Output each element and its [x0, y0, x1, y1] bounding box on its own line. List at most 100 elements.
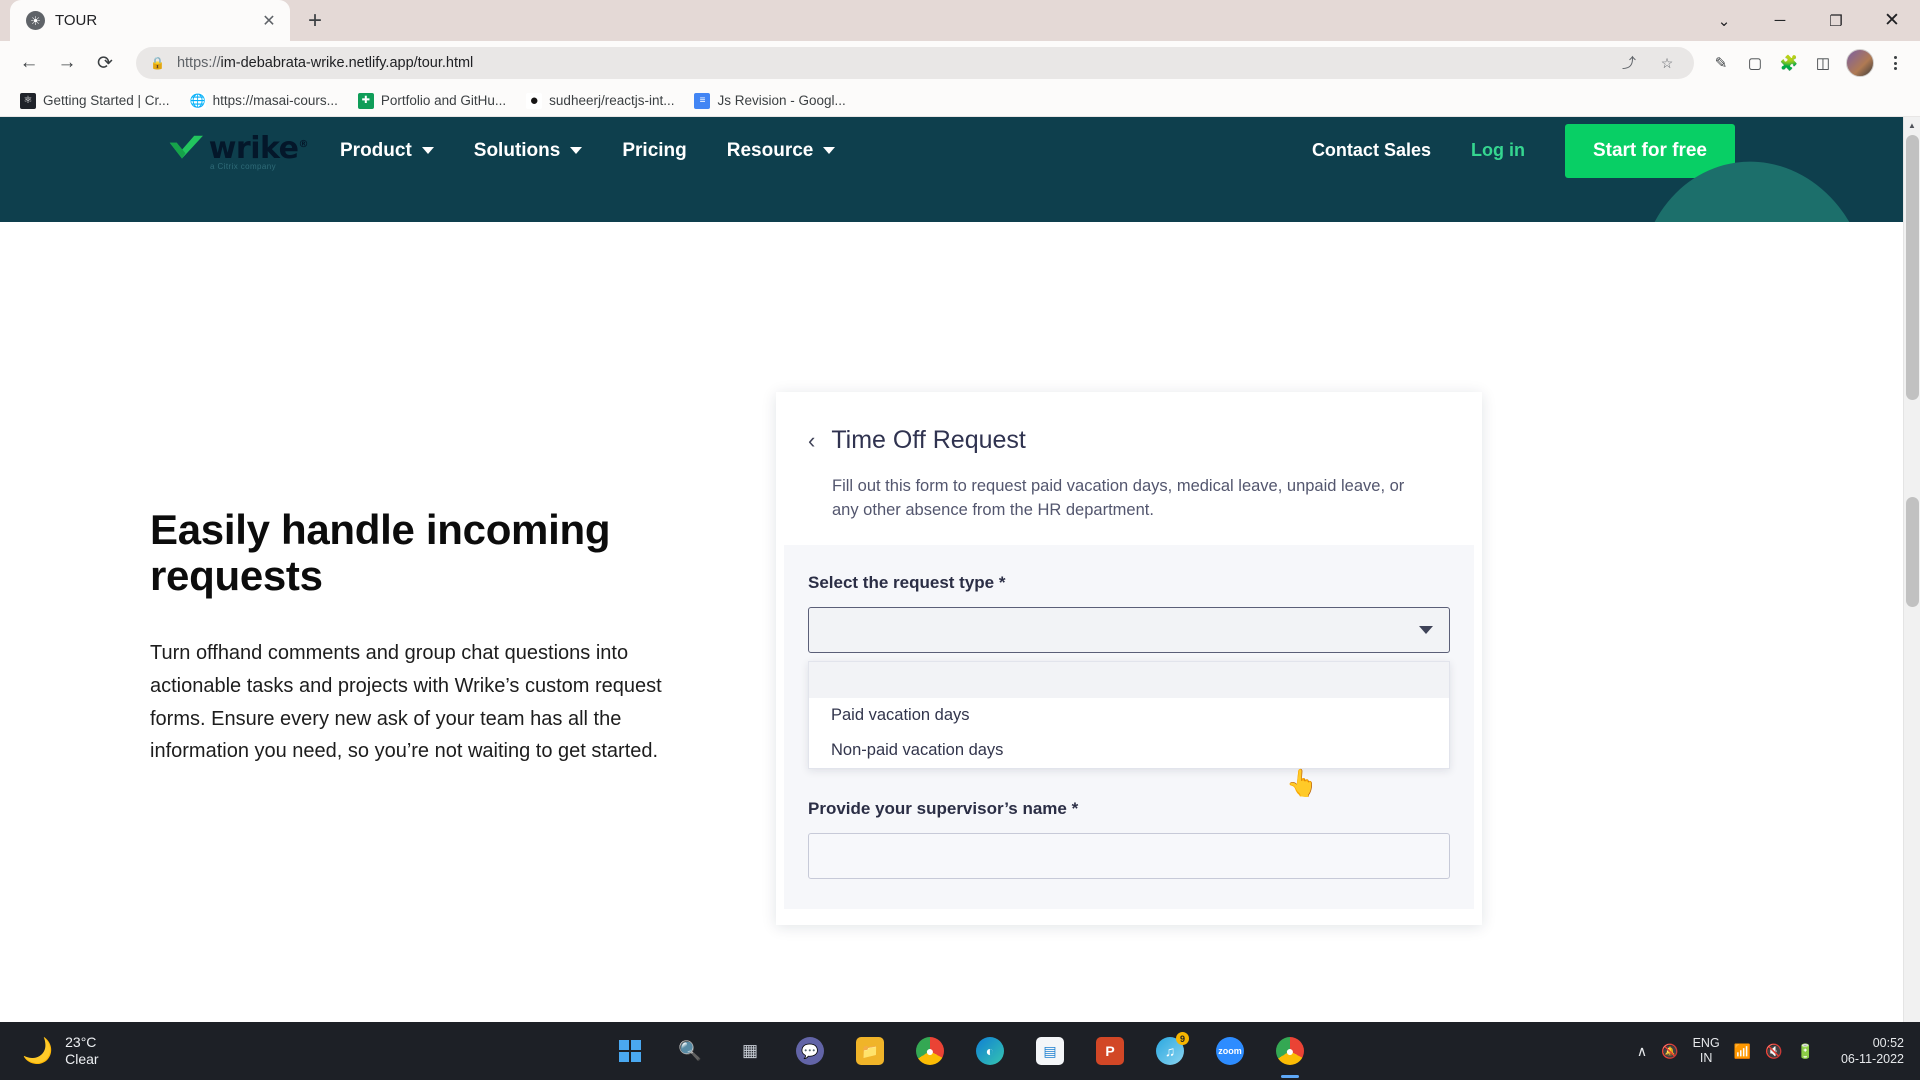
- nav-item-solutions[interactable]: Solutions: [474, 140, 583, 162]
- chrome-icon: ●: [916, 1037, 944, 1065]
- page-scrollbar[interactable]: ▲: [1903, 117, 1920, 1022]
- volume-muted-icon[interactable]: 🔇: [1765, 1043, 1782, 1060]
- side-panel-icon[interactable]: ◫: [1808, 48, 1838, 78]
- share-icon[interactable]: ⤴: [1616, 50, 1642, 76]
- edge-icon: ◐: [976, 1037, 1004, 1065]
- bookmarks-bar: ⚛ Getting Started | Cr... 🌐 https://masa…: [0, 85, 1920, 117]
- nav-item-resource[interactable]: Resource: [727, 140, 836, 162]
- bookmark-label: https://masai-cours...: [212, 93, 338, 108]
- site-nav: Product Solutions Pricing Resource: [340, 140, 836, 162]
- teams-icon: 💬: [796, 1037, 824, 1065]
- nav-label: Product: [340, 139, 412, 161]
- chrome-menu-icon[interactable]: [1882, 48, 1908, 78]
- chevron-down-icon: [1419, 625, 1433, 634]
- bookmark-item[interactable]: 🌐 https://masai-cours...: [182, 89, 346, 113]
- dropdown-option-paid-vacation[interactable]: Paid vacation days: [809, 698, 1449, 733]
- scrollbar-thumb-secondary[interactable]: [1906, 497, 1919, 607]
- react-icon: ⚛: [20, 92, 36, 109]
- language-line-1: ENG: [1692, 1036, 1720, 1050]
- folder-icon: 📁: [856, 1037, 884, 1065]
- chevron-up-icon[interactable]: ∧: [1637, 1043, 1647, 1060]
- zoom-button[interactable]: zoom: [1208, 1029, 1252, 1073]
- system-tray: ∧ 🔕 ENG IN 📶 🔇 🔋 00:52 06-11-2022: [1637, 1035, 1920, 1068]
- moon-icon: 🌙: [22, 1036, 54, 1065]
- globe-icon: ☀: [26, 11, 45, 30]
- windows-logo-icon: [618, 1039, 642, 1063]
- supervisor-label: Provide your supervisor’s name *: [808, 798, 1079, 818]
- chevron-down-icon[interactable]: ⌄: [1696, 0, 1752, 41]
- bookmark-item[interactable]: ≡ Js Revision - Googl...: [686, 89, 853, 113]
- browser-toolbar: ← → ⟳ 🔒 https://im-debabrata-wrike.netli…: [0, 41, 1920, 85]
- media-player-button[interactable]: ♫ 9: [1148, 1029, 1192, 1073]
- docs-icon: ≡: [694, 92, 711, 109]
- browser-tab[interactable]: ☀ TOUR ✕: [10, 0, 290, 41]
- highlighter-icon[interactable]: ✎: [1706, 48, 1736, 78]
- nav-item-pricing[interactable]: Pricing: [622, 140, 686, 162]
- bookmark-label: Getting Started | Cr...: [43, 93, 170, 108]
- clock[interactable]: 00:52 06-11-2022: [1828, 1035, 1904, 1068]
- store-button[interactable]: ▤: [1028, 1029, 1072, 1073]
- scrollbar-thumb[interactable]: [1906, 135, 1919, 400]
- start-button[interactable]: [608, 1029, 652, 1073]
- request-form-card: ‹ Time Off Request Fill out this form to…: [776, 392, 1482, 925]
- bookmark-item[interactable]: ● sudheerj/reactjs-int...: [518, 89, 682, 113]
- tab-title: TOUR: [55, 12, 98, 29]
- contact-sales-link[interactable]: Contact Sales: [1312, 140, 1431, 161]
- supervisor-name-input[interactable]: [808, 832, 1450, 879]
- file-explorer-button[interactable]: 📁: [848, 1029, 892, 1073]
- heading-line-1: Easily handle incoming: [150, 506, 611, 553]
- reload-icon[interactable]: ⟳: [88, 46, 122, 80]
- edge-button[interactable]: ◐: [968, 1029, 1012, 1073]
- avatar[interactable]: [1846, 49, 1874, 77]
- task-view-button[interactable]: ▦: [728, 1029, 772, 1073]
- chevron-down-icon: [421, 147, 434, 154]
- dropdown-option-empty[interactable]: [809, 661, 1449, 698]
- language-line-2: IN: [1699, 1051, 1713, 1065]
- weather-temperature: 23°C: [65, 1033, 97, 1050]
- wrike-logo[interactable]: wrike® a Citrix company: [168, 131, 308, 171]
- close-window-button[interactable]: ✕: [1864, 0, 1920, 41]
- wifi-icon[interactable]: 📶: [1734, 1043, 1751, 1060]
- bookmark-star-icon[interactable]: ☆: [1654, 50, 1680, 76]
- teams-button[interactable]: 💬: [788, 1029, 832, 1073]
- taskbar-apps: 🔍 ▦ 💬 📁 ● ◐ ▤ P ♫ 9 zoom ●: [608, 1029, 1312, 1073]
- task-view-icon: ▦: [741, 1041, 759, 1060]
- form-fields: Select the request type * Paid vacation …: [784, 544, 1474, 909]
- chrome-button[interactable]: ●: [908, 1029, 952, 1073]
- search-icon: 🔍: [678, 1041, 702, 1062]
- notifications-off-icon[interactable]: 🔕: [1661, 1043, 1678, 1060]
- back-icon[interactable]: ←: [12, 46, 46, 80]
- scroll-up-arrow-icon[interactable]: ▲: [1904, 117, 1920, 134]
- back-chevron-icon[interactable]: ‹: [808, 428, 815, 454]
- nav-label: Pricing: [622, 139, 687, 161]
- url-text: https://im-debabrata-wrike.netlify.app/t…: [177, 55, 1604, 71]
- battery-icon[interactable]: 🔋: [1797, 1043, 1814, 1060]
- minimize-button[interactable]: ─: [1752, 0, 1808, 41]
- clock-time: 00:52: [1872, 1035, 1904, 1050]
- feature-paragraph: Turn offhand comments and group chat que…: [150, 642, 662, 763]
- nav-item-product[interactable]: Product: [340, 140, 434, 162]
- language-indicator[interactable]: ENG IN: [1693, 1036, 1720, 1066]
- zoom-icon: zoom: [1216, 1037, 1244, 1065]
- sheets-icon: ✚: [357, 92, 374, 109]
- forward-icon[interactable]: →: [50, 46, 84, 80]
- heading-line-2: requests: [150, 552, 323, 600]
- weather-widget[interactable]: 🌙 23°C Clear: [0, 1034, 300, 1069]
- address-bar[interactable]: 🔒 https://im-debabrata-wrike.netlify.app…: [136, 47, 1694, 79]
- window-controls: ⌄ ─ ❐ ✕: [1696, 0, 1920, 41]
- extensions-icon[interactable]: 🧩: [1774, 48, 1804, 78]
- search-button[interactable]: 🔍: [668, 1029, 712, 1073]
- powerpoint-button[interactable]: P: [1088, 1029, 1132, 1073]
- page-body: Easily handle incoming requests Turn off…: [0, 222, 1920, 1022]
- maximize-button[interactable]: ❐: [1808, 0, 1864, 41]
- request-type-select[interactable]: [808, 606, 1450, 653]
- new-tab-button[interactable]: +: [298, 4, 332, 38]
- weather-condition: Clear: [65, 1051, 99, 1067]
- bookmark-item[interactable]: ✚ Portfolio and GitHu...: [350, 89, 514, 113]
- chrome-active-button[interactable]: ●: [1268, 1029, 1312, 1073]
- login-link[interactable]: Log in: [1471, 140, 1525, 161]
- dropdown-option-nonpaid-vacation[interactable]: Non-paid vacation days: [809, 733, 1449, 768]
- reading-list-icon[interactable]: ▢: [1740, 48, 1770, 78]
- close-icon[interactable]: ✕: [258, 10, 280, 32]
- bookmark-item[interactable]: ⚛ Getting Started | Cr...: [12, 89, 178, 113]
